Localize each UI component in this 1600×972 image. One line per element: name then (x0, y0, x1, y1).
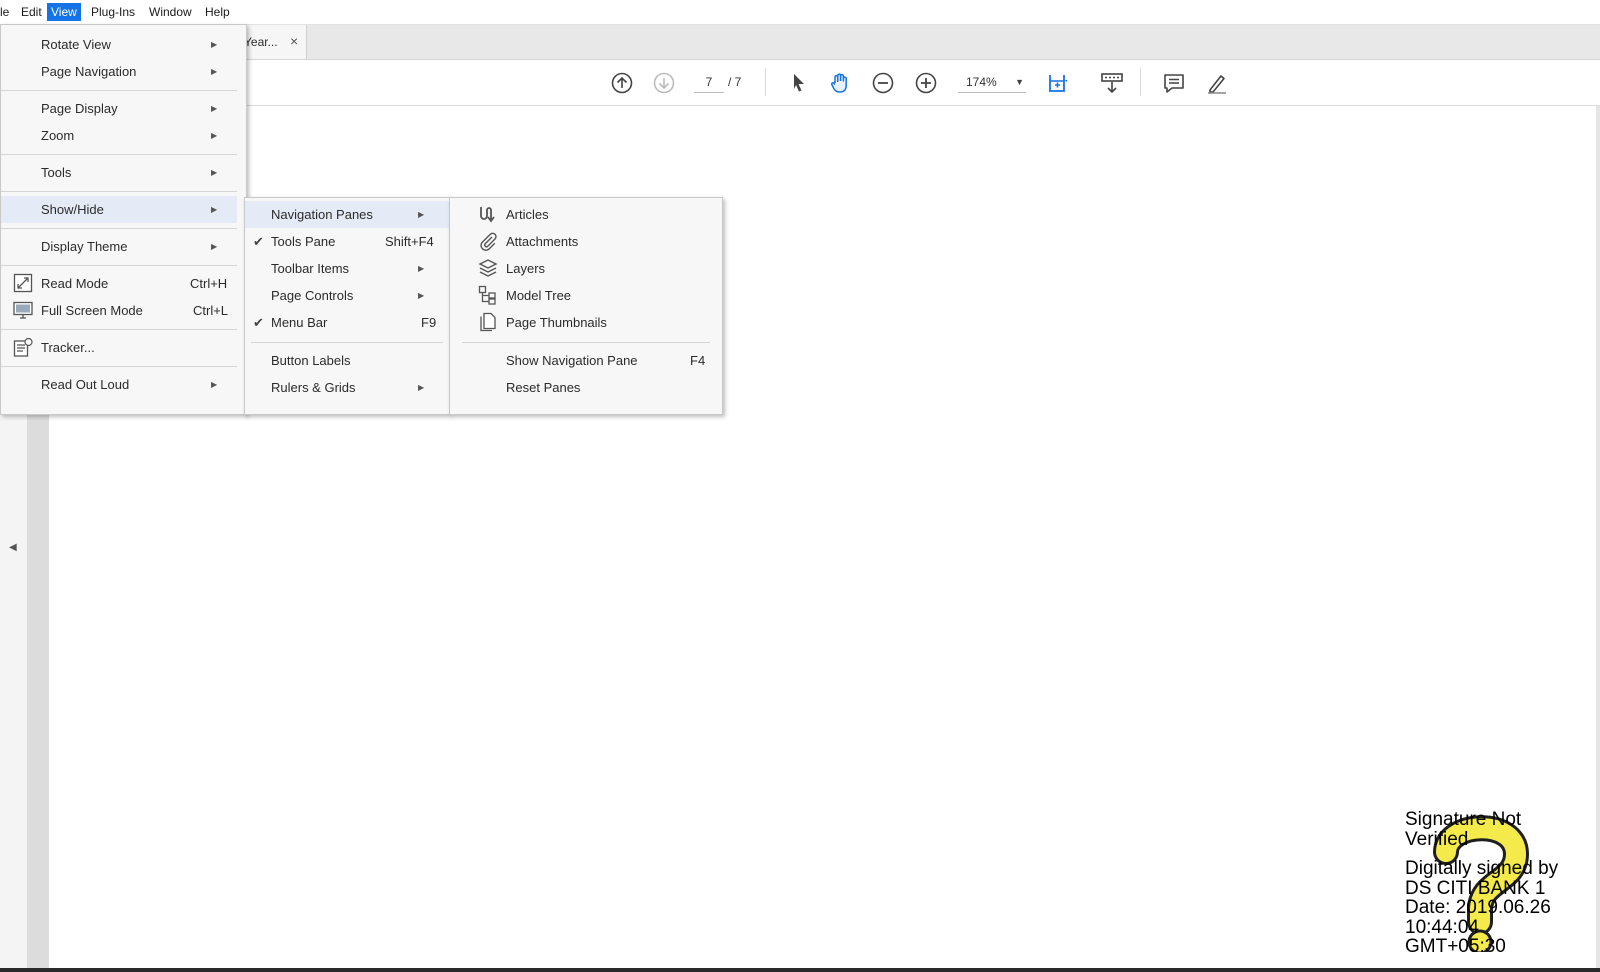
menu-separator (462, 342, 710, 343)
zoom-select[interactable]: 174% ▼ (958, 72, 1026, 93)
menu-separator (251, 342, 443, 343)
signature-line: Signature Not (1405, 809, 1522, 830)
previous-page-icon[interactable] (610, 71, 634, 95)
menu-item-full-screen-mode[interactable]: Full Screen Mode Ctrl+L (1, 297, 246, 324)
bottom-edge (0, 968, 1600, 972)
menu-edit[interactable]: Edit (17, 3, 46, 21)
tracker-icon (13, 337, 33, 357)
signature-block[interactable]: Signature Not Verified Digitally signed … (1405, 810, 1595, 957)
submenu-arrow-icon: ▶ (211, 380, 218, 389)
menu-separator (1, 191, 237, 192)
signature-line: Verified (1405, 828, 1469, 850)
view-menu: Rotate View ▶ Page Navigation ▶ Page Dis… (0, 24, 247, 415)
show-hide-submenu: Navigation Panes ▶ ✔ Tools Pane Shift+F4… (244, 197, 450, 415)
submenu-arrow-icon: ▶ (211, 131, 218, 140)
menu-item-articles[interactable]: Articles (450, 201, 722, 228)
page-total: / 7 (728, 75, 742, 89)
signature-line: Digitally signed by (1405, 858, 1559, 879)
submenu-arrow-icon: ▶ (211, 242, 218, 251)
menu-item-menu-bar[interactable]: ✔ Menu Bar F9 (245, 309, 449, 336)
menu-item-reset-panes[interactable]: Reset Panes (450, 374, 722, 401)
expand-pane-icon[interactable]: ◀ (9, 542, 17, 553)
layers-icon (478, 258, 498, 278)
menu-item-zoom[interactable]: Zoom ▶ (1, 122, 246, 149)
chevron-down-icon: ▼ (1015, 77, 1024, 87)
menu-item-tools[interactable]: Tools ▶ (1, 159, 246, 186)
scroll-mode-icon[interactable] (1100, 71, 1124, 95)
highlight-pen-icon[interactable] (1205, 71, 1229, 95)
document-tab-title: Year... (244, 35, 278, 49)
menu-item-button-labels[interactable]: Button Labels (245, 347, 449, 374)
model-tree-icon (478, 285, 498, 305)
zoom-value: 174% (966, 75, 997, 89)
fit-page-icon[interactable] (1046, 71, 1070, 95)
signature-line: DS CITI BANK 1 (1405, 877, 1546, 899)
toolbar-divider (1140, 68, 1141, 96)
menu-help[interactable]: Help (201, 3, 234, 21)
submenu-arrow-icon: ▶ (211, 40, 218, 49)
menu-separator (1, 154, 237, 155)
navigation-panes-submenu: Articles Attachments Layers Model Tree P… (449, 197, 723, 415)
menu-file[interactable]: le (0, 3, 13, 21)
page-number-input[interactable]: 7 (694, 72, 724, 93)
menu-item-rotate-view[interactable]: Rotate View ▶ (1, 31, 246, 58)
menu-item-page-display[interactable]: Page Display ▶ (1, 95, 246, 122)
menu-item-tracker[interactable]: Tracker... (1, 334, 246, 361)
menu-item-read-mode[interactable]: Read Mode Ctrl+H (1, 270, 246, 297)
menu-separator (1, 228, 237, 229)
menu-item-toolbar-items[interactable]: Toolbar Items ▶ (245, 255, 449, 282)
menu-item-layers[interactable]: Layers (450, 255, 722, 282)
menu-item-display-theme[interactable]: Display Theme ▶ (1, 233, 246, 260)
menu-item-show-hide[interactable]: Show/Hide ▶ (1, 196, 237, 223)
menu-item-read-out-loud[interactable]: Read Out Loud ▶ (1, 371, 246, 398)
read-mode-icon (13, 273, 33, 293)
submenu-arrow-icon: ▶ (211, 67, 218, 76)
menu-item-navigation-panes[interactable]: Navigation Panes ▶ (245, 201, 449, 228)
menu-plug-ins[interactable]: Plug-Ins (87, 3, 139, 21)
menu-item-model-tree[interactable]: Model Tree (450, 282, 722, 309)
next-page-icon[interactable] (652, 71, 676, 95)
menu-bar: le Edit View Plug-Ins Window Help (0, 0, 1600, 25)
hand-tool-icon[interactable] (828, 71, 852, 95)
submenu-arrow-icon: ▶ (211, 168, 218, 177)
menu-separator (1, 90, 237, 91)
submenu-arrow-icon: ▶ (418, 383, 425, 392)
toolbar-divider (765, 68, 766, 96)
submenu-arrow-icon: ▶ (418, 264, 425, 273)
checkmark-icon: ✔ (253, 315, 264, 330)
right-scrollbar[interactable] (1596, 106, 1600, 972)
menu-item-rulers-grids[interactable]: Rulers & Grids ▶ (245, 374, 449, 401)
signature-line: 10:44:04 (1405, 916, 1479, 938)
menu-item-page-navigation[interactable]: Page Navigation ▶ (1, 58, 246, 85)
close-tab-icon[interactable]: × (290, 33, 298, 49)
menu-item-page-controls[interactable]: Page Controls ▶ (245, 282, 449, 309)
page-thumbnails-icon (478, 312, 498, 332)
submenu-arrow-icon: ▶ (211, 104, 218, 113)
menu-separator (1, 329, 237, 330)
menu-item-tools-pane[interactable]: ✔ Tools Pane Shift+F4 (245, 228, 449, 255)
zoom-in-icon[interactable] (914, 71, 938, 95)
select-tool-icon[interactable] (786, 71, 810, 95)
menu-window[interactable]: Window (145, 3, 196, 21)
checkmark-icon: ✔ (253, 234, 264, 249)
articles-icon (478, 204, 498, 224)
zoom-out-icon[interactable] (871, 71, 895, 95)
menu-item-show-navigation-pane[interactable]: Show Navigation Pane F4 (450, 347, 722, 374)
menu-separator (1, 366, 237, 367)
comment-icon[interactable] (1162, 71, 1186, 95)
attachment-icon (478, 231, 498, 251)
submenu-arrow-icon: ▶ (418, 291, 425, 300)
menu-item-attachments[interactable]: Attachments (450, 228, 722, 255)
menu-view[interactable]: View (47, 3, 81, 21)
menu-separator (1, 265, 237, 266)
submenu-arrow-icon: ▶ (418, 210, 425, 219)
menu-item-page-thumbnails[interactable]: Page Thumbnails (450, 309, 722, 336)
submenu-arrow-icon: ▶ (211, 205, 218, 214)
full-screen-icon (13, 300, 33, 320)
signature-line: GMT+05:30 (1405, 936, 1506, 957)
signature-line: Date: 2019.06.26 (1405, 897, 1551, 918)
